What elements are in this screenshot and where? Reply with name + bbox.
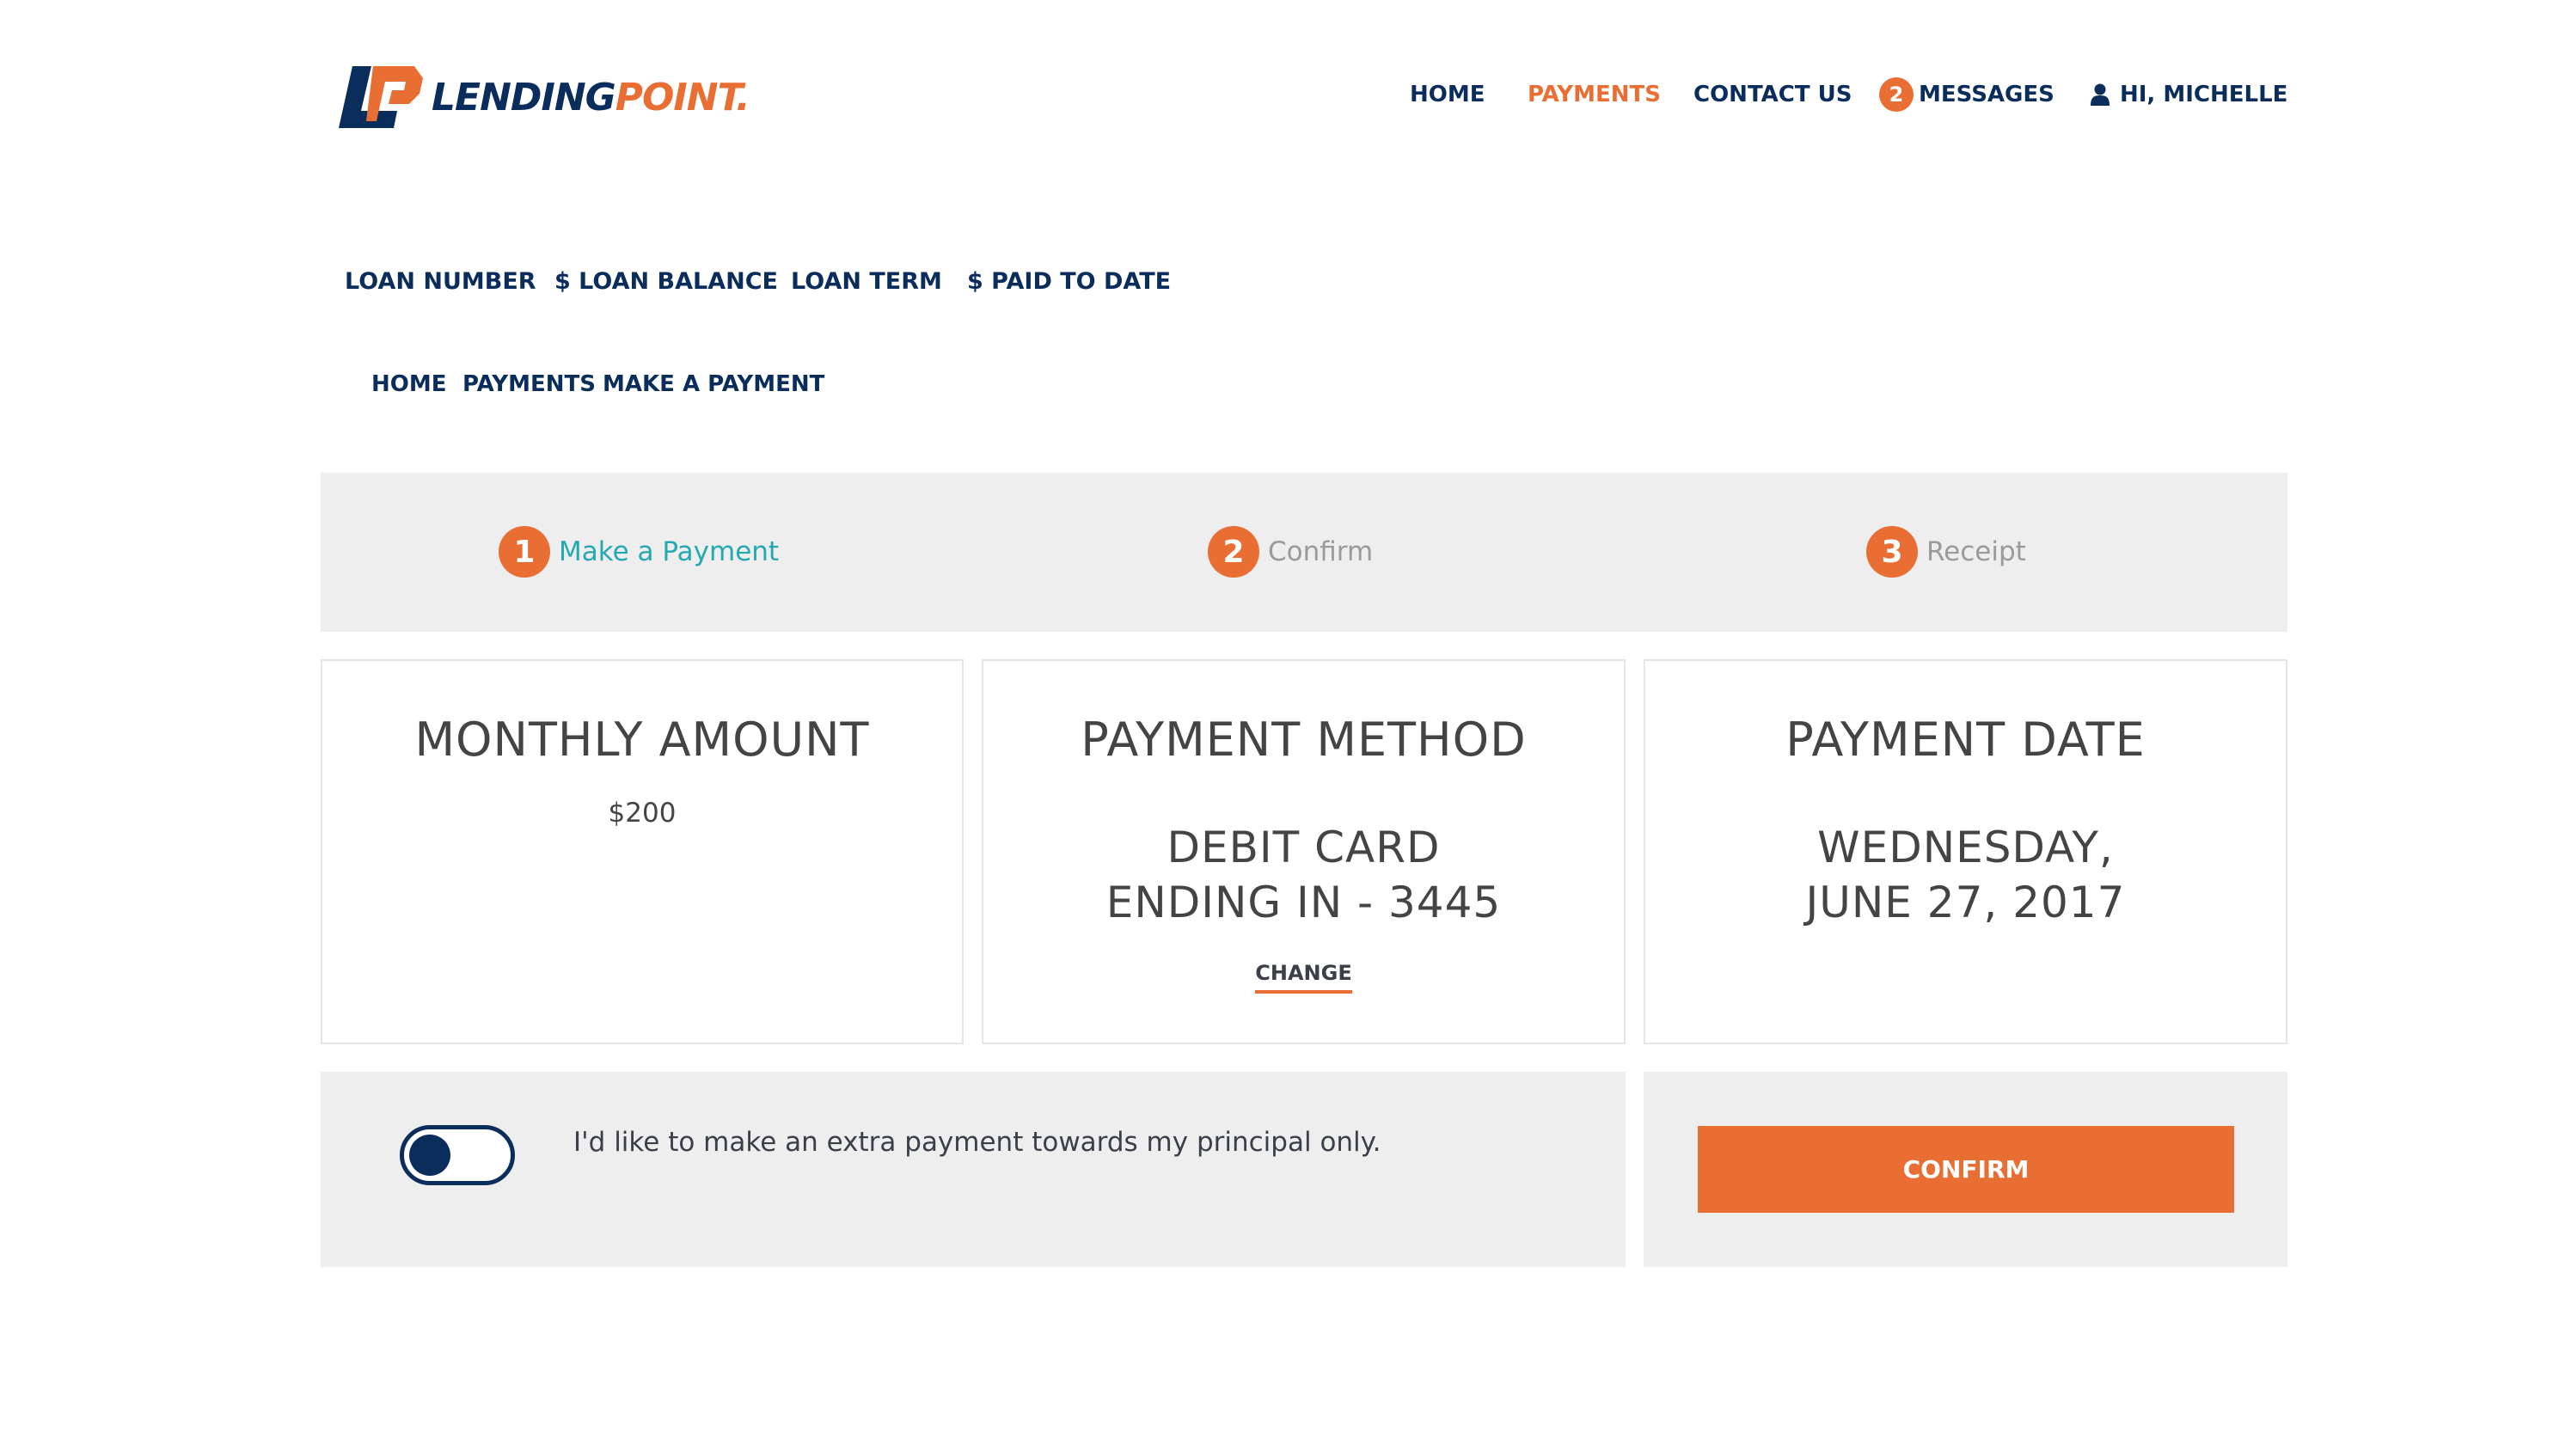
brand-name-part2: POINT xyxy=(615,75,737,119)
nav-contact-us[interactable]: CONTACT US xyxy=(1693,82,1852,107)
paid-to-date-label: $ PAID TO DATE xyxy=(967,268,1172,295)
messages-count-badge: 2 xyxy=(1879,77,1914,112)
brand-name-part1: LENDING xyxy=(432,75,616,119)
lp-logo-icon xyxy=(337,64,426,130)
extra-payment-toggle[interactable] xyxy=(400,1125,515,1185)
payment-date-line1: WEDNESDAY, xyxy=(1817,823,2114,872)
breadcrumb-home[interactable]: HOME xyxy=(371,371,447,406)
step-label: Make a Payment xyxy=(559,536,780,567)
nav-user-greeting: HI, MICHELLE xyxy=(2120,82,2288,107)
payment-method-title: PAYMENT METHOD xyxy=(1081,713,1527,767)
payment-method-line1: DEBIT CARD xyxy=(1167,823,1441,872)
user-icon xyxy=(2091,83,2110,106)
loan-term-label: LOAN TERM xyxy=(791,268,942,295)
step-confirm: 2 Confirm xyxy=(1208,526,1373,578)
extra-payment-panel: I'd like to make an extra payment toward… xyxy=(321,1072,1626,1267)
brand-wordmark: LENDINGPOINT. xyxy=(432,76,750,119)
confirm-panel: CONFIRM xyxy=(1644,1072,2287,1267)
nav-home[interactable]: HOME xyxy=(1410,82,1485,107)
extra-payment-label: I'd like to make an extra payment toward… xyxy=(573,1127,1381,1158)
loan-number-label: LOAN NUMBER xyxy=(345,268,536,295)
main-nav: HOME xyxy=(1410,76,1485,113)
step-receipt: 3 Receipt xyxy=(1866,526,2026,578)
step-label: Confirm xyxy=(1268,536,1374,567)
step-number: 2 xyxy=(1208,526,1259,578)
payment-date-title: PAYMENT DATE xyxy=(1785,713,2146,767)
payment-stepper: 1 Make a Payment 2 Confirm 3 Receipt xyxy=(321,473,2287,632)
payment-method-line2: ENDING IN - 3445 xyxy=(1105,878,1502,927)
monthly-amount-value: $200 xyxy=(608,798,677,829)
nav-payments[interactable]: PAYMENTS xyxy=(1528,82,1661,107)
step-make-a-payment: 1 Make a Payment xyxy=(499,526,779,578)
step-label: Receipt xyxy=(1926,536,2026,567)
payment-date-card: PAYMENT DATE WEDNESDAY, JUNE 27, 2017 xyxy=(1644,659,2287,1044)
breadcrumb-make-a-payment: MAKE A PAYMENT xyxy=(603,371,825,397)
nav-messages[interactable]: 2 MESSAGES xyxy=(1879,76,2055,113)
nav-messages-label: MESSAGES xyxy=(1919,82,2055,107)
nav-user-menu[interactable]: HI, MICHELLE xyxy=(2091,76,2287,113)
payment-method-card: PAYMENT METHOD DEBIT CARD ENDING IN - 34… xyxy=(982,659,1626,1044)
lendingpoint-logo[interactable]: LENDINGPOINT. xyxy=(337,64,750,131)
payment-date-line2: JUNE 27, 2017 xyxy=(1805,878,2126,927)
monthly-amount-title: MONTHLY AMOUNT xyxy=(414,713,870,767)
change-payment-method-link[interactable]: CHANGE xyxy=(1255,961,1352,994)
monthly-amount-card: MONTHLY AMOUNT $200 xyxy=(321,659,964,1044)
step-number: 1 xyxy=(499,526,550,578)
loan-balance-label: $ LOAN BALANCE xyxy=(554,268,778,295)
brand-name-suffix: . xyxy=(736,75,750,119)
step-number: 3 xyxy=(1866,526,1918,578)
toggle-knob xyxy=(409,1135,450,1176)
confirm-button[interactable]: CONFIRM xyxy=(1698,1126,2234,1213)
breadcrumb-payments[interactable]: PAYMENTS xyxy=(462,371,596,406)
